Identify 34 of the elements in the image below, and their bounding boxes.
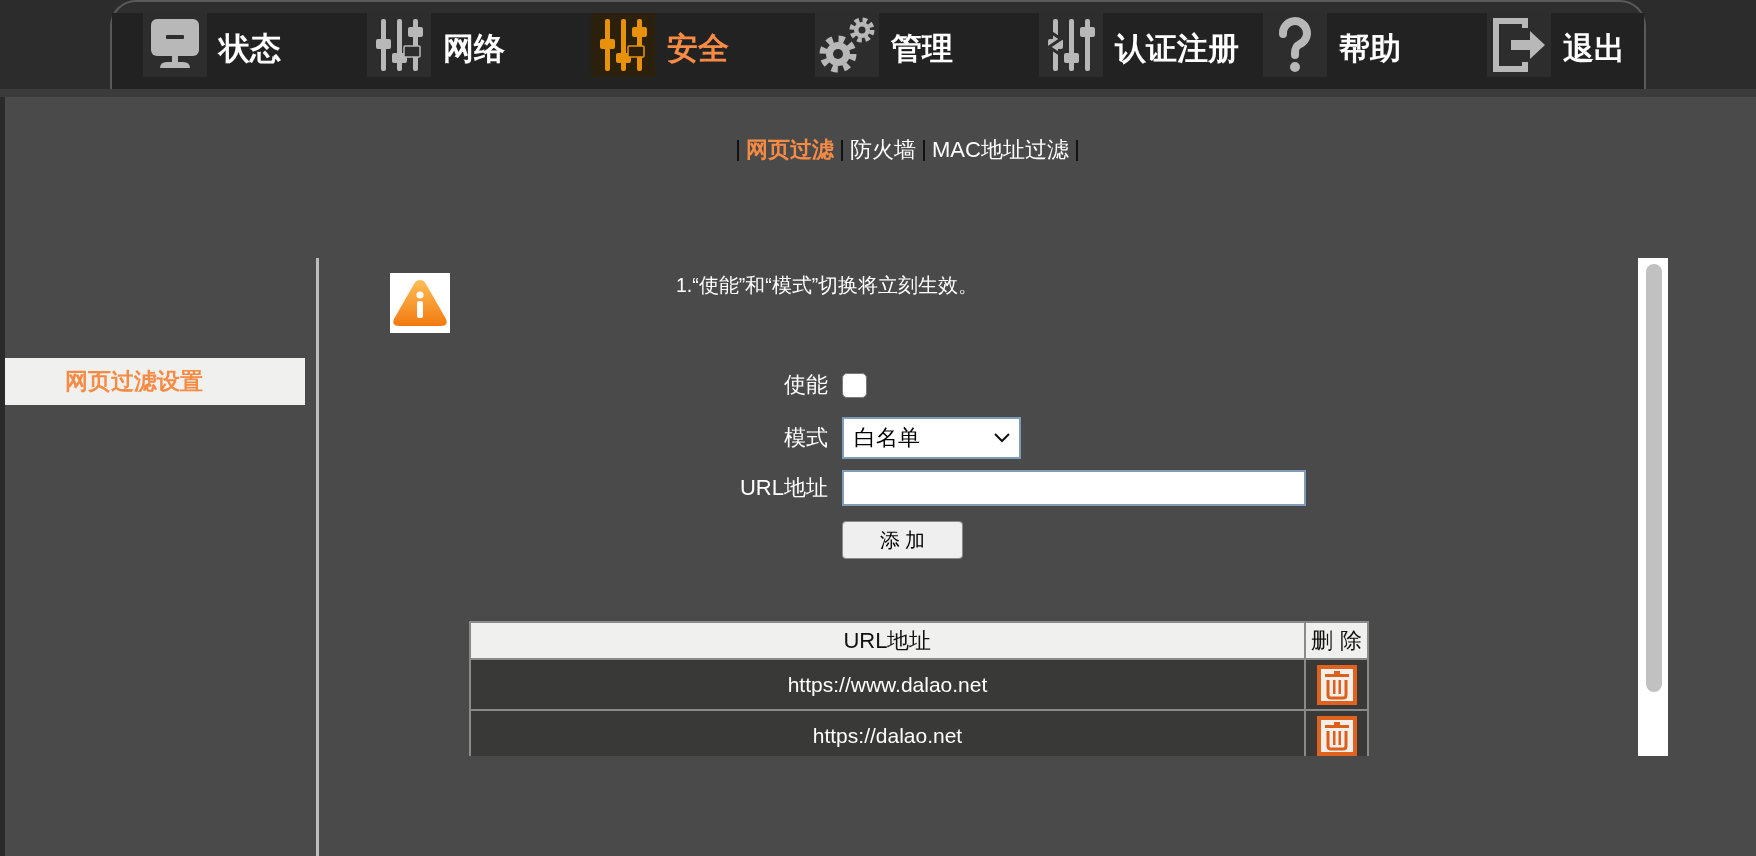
checkbox[interactable] <box>842 372 867 398</box>
trash-icon[interactable] <box>1316 664 1357 705</box>
scrollbar-thumb[interactable] <box>1646 264 1662 692</box>
gears-icon[interactable] <box>815 13 879 77</box>
warning-icon <box>390 273 450 333</box>
dropdown[interactable]: 白名单 <box>842 417 1021 459</box>
question-mark-icon[interactable] <box>1263 13 1327 77</box>
nav-tab[interactable]: 认证注册 <box>1039 13 1239 77</box>
subtab[interactable]: 网页过滤 <box>746 136 834 164</box>
nav-tab[interactable]: 网络 <box>367 13 505 77</box>
column-header: URL地址 <box>470 622 1305 659</box>
column-header: 删 除 <box>1305 622 1368 659</box>
table-cell: https://dalao.net <box>470 710 1305 756</box>
nav-tab[interactable]: 安全 <box>591 13 729 77</box>
text-input[interactable] <box>842 470 1306 506</box>
subtab[interactable]: 防火墙 <box>850 136 916 164</box>
sliders-icon[interactable] <box>1039 13 1103 77</box>
subtab[interactable]: MAC地址过滤 <box>932 136 1069 164</box>
trash-icon[interactable] <box>1316 715 1357 756</box>
field-label: URL地址 <box>740 474 828 502</box>
notice-text: 1.“使能”和“模式”切换将立刻生效。 <box>676 273 979 297</box>
nav-tab[interactable]: 管理 <box>815 13 953 77</box>
add-button[interactable]: 添 加 <box>842 521 963 559</box>
monitor-icon[interactable] <box>143 13 207 77</box>
sliders-icon[interactable] <box>591 13 655 77</box>
table-cell: https://www.dalao.net <box>470 659 1305 710</box>
nav-tab[interactable]: 状态 <box>143 13 281 77</box>
field-label: 使能 <box>784 371 828 399</box>
field-label: 模式 <box>784 424 828 452</box>
nav-tab[interactable]: 退出 <box>1487 13 1625 77</box>
chevron-icon <box>994 433 1010 443</box>
exit-icon[interactable] <box>1487 13 1551 77</box>
sliders-icon[interactable] <box>367 13 431 77</box>
nav-tab[interactable]: 帮助 <box>1263 13 1401 77</box>
